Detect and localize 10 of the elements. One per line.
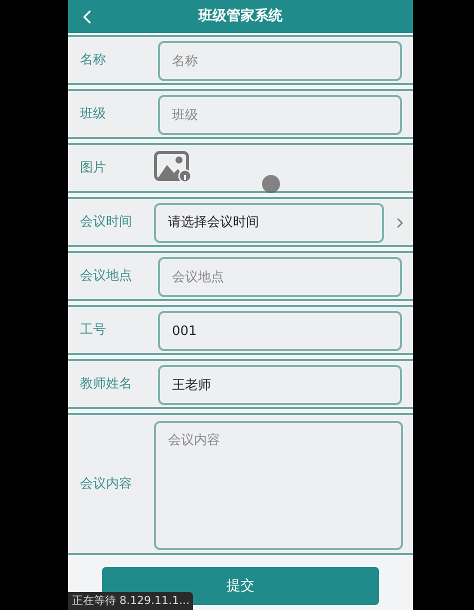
field-label: 会议地点 [80, 267, 132, 286]
field-label: 教师姓名 [80, 375, 132, 394]
status-tooltip: 正在等待 8.129.11.1... [68, 592, 194, 610]
field-label: 工号 [80, 321, 106, 340]
field-label: 图片 [80, 159, 106, 178]
field-label: 名称 [80, 51, 106, 70]
header-title: 班级管家系统 [198, 6, 282, 26]
field-label: 会议时间 [80, 213, 132, 232]
field-label: 会议内容 [80, 475, 132, 494]
field-label: 班级 [80, 105, 106, 124]
